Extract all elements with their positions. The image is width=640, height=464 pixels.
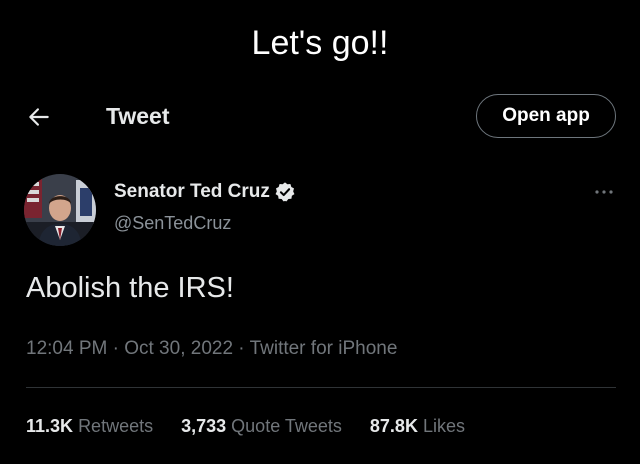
avatar[interactable] — [24, 174, 96, 246]
tweet-meta: 12:04 PM · Oct 30, 2022 · Twitter for iP… — [26, 338, 397, 360]
back-arrow-icon[interactable] — [26, 104, 52, 130]
likes-stat[interactable]: 87.8K Likes — [370, 416, 465, 437]
author-handle[interactable]: @SenTedCruz — [114, 213, 231, 234]
open-app-button[interactable]: Open app — [476, 94, 616, 138]
meta-separator: · — [238, 338, 245, 359]
quote-tweets-label: Quote Tweets — [231, 416, 342, 436]
quote-tweets-count: 3,733 — [181, 416, 227, 436]
tweet-date[interactable]: Oct 30, 2022 — [124, 338, 233, 359]
retweets-count: 11.3K — [26, 416, 74, 436]
tweet-source[interactable]: Twitter for iPhone — [250, 338, 398, 359]
tweet-time[interactable]: 12:04 PM — [26, 338, 107, 359]
caption-text: Let's go!! — [251, 24, 389, 62]
more-options-icon[interactable] — [592, 182, 616, 202]
quote-tweets-stat[interactable]: 3,733 Quote Tweets — [181, 416, 342, 437]
tweet-text: Abolish the IRS! — [26, 272, 234, 304]
divider — [26, 387, 616, 388]
engagement-stats: 11.3K Retweets 3,733 Quote Tweets 87.8K … — [26, 416, 465, 437]
author-display-name[interactable]: Senator Ted Cruz — [114, 181, 270, 203]
meta-separator: · — [112, 338, 119, 359]
author-name-row[interactable]: Senator Ted Cruz — [114, 181, 296, 203]
likes-count: 87.8K — [369, 416, 418, 436]
likes-label: Likes — [422, 416, 465, 436]
page-title: Tweet — [106, 103, 170, 129]
verified-badge-icon — [275, 182, 295, 202]
retweets-stat[interactable]: 11.3K Retweets — [26, 416, 153, 437]
retweets-label: Retweets — [78, 416, 154, 436]
